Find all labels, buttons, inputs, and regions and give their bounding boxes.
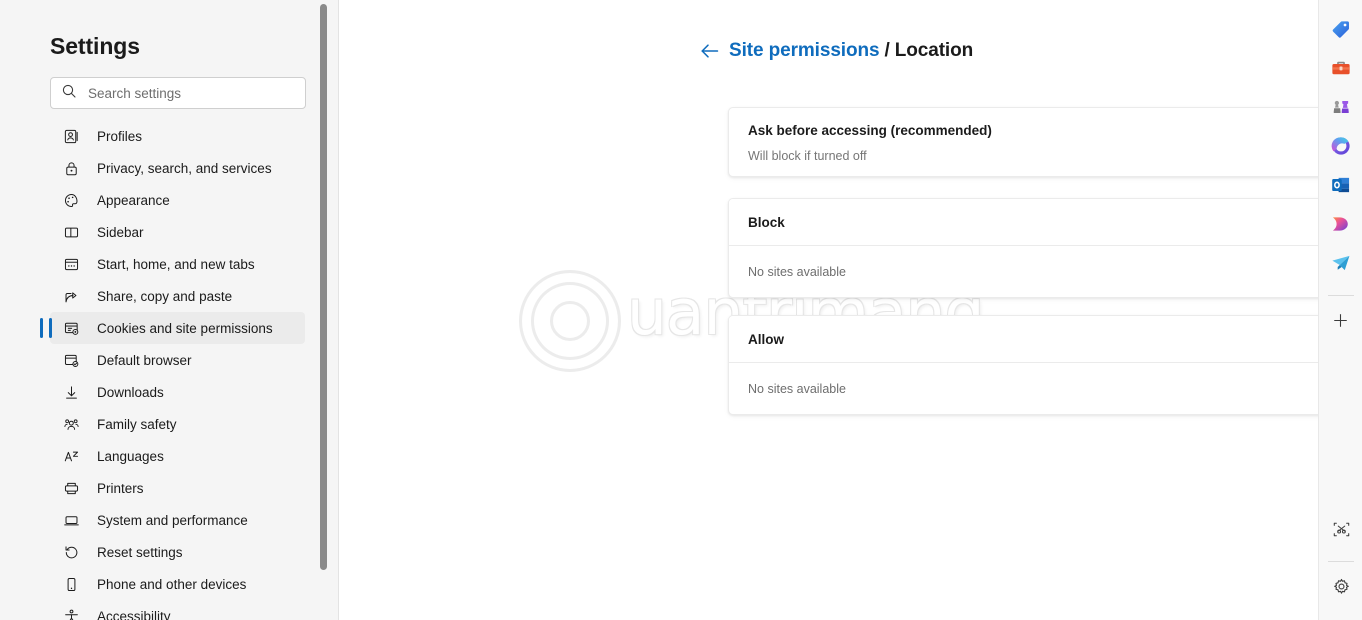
selection-indicator [40, 318, 43, 338]
add-tool-button[interactable] [1326, 305, 1356, 335]
sidebar-item-system-and-performance[interactable]: System and performance [50, 504, 305, 536]
sidebar-item-label: Profiles [97, 128, 143, 144]
web-capture-icon[interactable] [1326, 514, 1356, 544]
default-browser-check-icon [62, 351, 80, 369]
toolbox-icon[interactable] [1326, 53, 1356, 83]
phone-icon [62, 575, 80, 593]
chess-games-icon[interactable] [1326, 92, 1356, 122]
ask-before-accessing-subtext: Will block if turned off [748, 149, 867, 163]
search-input[interactable] [88, 85, 295, 101]
ask-before-accessing-label: Ask before accessing (recommended) [748, 123, 992, 138]
settings-gear-icon[interactable] [1326, 571, 1356, 601]
sidebar-item-label: Cookies and site permissions [97, 320, 273, 336]
download-arrow-icon [62, 383, 80, 401]
sidebar-item-label: Phone and other devices [97, 576, 247, 592]
rail-divider [1327, 295, 1354, 296]
drop-paper-plane-icon[interactable] [1326, 248, 1356, 278]
page-title: Settings [50, 33, 140, 59]
sidebar-item-label: Default browser [97, 352, 192, 368]
sidebar-item-label: Privacy, search, and services [97, 160, 272, 176]
sidebar-item-languages[interactable]: Languages [50, 440, 305, 472]
settings-page: Settings Profi [0, 0, 1362, 620]
ask-before-accessing-row: Ask before accessing (recommended) [729, 108, 1318, 142]
sidebar-scrollbar-thumb[interactable] [320, 4, 327, 570]
ask-before-accessing-card: Ask before accessing (recommended) Will … [728, 107, 1318, 177]
sidebar-item-downloads[interactable]: Downloads [50, 376, 305, 408]
sidebar-panel-icon [62, 223, 80, 241]
people-group-icon [62, 415, 80, 433]
window-dots-icon [62, 255, 80, 273]
sidebar-item-phone-and-other-devices[interactable]: Phone and other devices [50, 568, 305, 600]
rail-bottom-group [1319, 514, 1362, 610]
back-arrow-icon[interactable] [699, 40, 721, 62]
profile-card-icon [62, 127, 80, 145]
breadcrumb-current-location: Location [894, 40, 974, 61]
block-section-title: Block [748, 214, 785, 230]
outlook-icon[interactable] [1326, 170, 1356, 200]
allow-empty-text: No sites available [748, 382, 846, 396]
cookie-permissions-icon [62, 319, 80, 337]
breadcrumb-separator: / [884, 40, 890, 61]
allow-section-body: No sites available [729, 363, 1318, 414]
sidebar-item-label: Sidebar [97, 224, 144, 240]
sidebar-item-label: Start, home, and new tabs [97, 256, 255, 272]
microsoft-365-icon[interactable] [1326, 131, 1356, 161]
block-section-header: Block [729, 199, 1318, 246]
accessibility-person-icon [62, 607, 80, 620]
sidebar-item-label: Reset settings [97, 544, 183, 560]
sidebar-item-label: Share, copy and paste [97, 288, 233, 304]
allow-list-card: Allow No sites available [728, 315, 1318, 415]
sidebar-item-reset-settings[interactable]: Reset settings [50, 536, 305, 568]
sidebar-item-default-browser[interactable]: Default browser [50, 344, 305, 376]
settings-content: uantrimang Site permissions / Location A… [339, 0, 1318, 620]
rail-bottom-divider [1328, 561, 1354, 562]
sidebar-scrollbar[interactable] [317, 0, 331, 620]
search-settings-box[interactable] [50, 77, 306, 109]
sidebar-item-label: Printers [97, 480, 144, 496]
block-section-body: No sites available [729, 246, 1318, 297]
printer-icon [62, 479, 80, 497]
sidebar-item-label: Appearance [97, 192, 170, 208]
sidebar-item-profiles[interactable]: Profiles [50, 120, 305, 152]
sidebar-item-label: Downloads [97, 384, 164, 400]
sidebar-item-label: Family safety [97, 416, 177, 432]
settings-nav-list: Profiles Privacy, search, and services A… [0, 120, 325, 620]
laptop-icon [62, 511, 80, 529]
sidebar-item-label: System and performance [97, 512, 248, 528]
designer-icon[interactable] [1326, 209, 1356, 239]
allow-section-header: Allow [729, 316, 1318, 363]
breadcrumb: Site permissions / Location [699, 40, 973, 62]
block-empty-text: No sites available [748, 265, 846, 279]
watermark-logo-icon [519, 270, 621, 372]
breadcrumb-link-site-permissions[interactable]: Site permissions [729, 40, 880, 62]
sidebar-item-family-safety[interactable]: Family safety [50, 408, 305, 440]
sidebar-item-share-copy-paste[interactable]: Share, copy and paste [50, 280, 305, 312]
sidebar-item-start-home-new-tabs[interactable]: Start, home, and new tabs [50, 248, 305, 280]
block-list-card: Block No sites available [728, 198, 1318, 298]
sidebar-item-privacy-search-services[interactable]: Privacy, search, and services [50, 152, 305, 184]
palette-icon [62, 191, 80, 209]
allow-section-title: Allow [748, 331, 784, 347]
reset-arrow-icon [62, 543, 80, 561]
sidebar-item-appearance[interactable]: Appearance [50, 184, 305, 216]
settings-sidebar: Settings Profi [0, 0, 339, 620]
sidebar-item-printers[interactable]: Printers [50, 472, 305, 504]
sidebar-item-label: Accessibility [97, 608, 171, 620]
watermark-logo-inner [550, 301, 590, 341]
search-icon [61, 83, 88, 104]
sidebar-item-cookies-and-site-permissions[interactable]: Cookies and site permissions [40, 312, 305, 344]
tag-icon[interactable] [1326, 14, 1356, 44]
sidebar-item-label: Languages [97, 448, 164, 464]
edge-bar-rail [1318, 0, 1362, 620]
language-a-icon [62, 447, 80, 465]
share-icon [62, 287, 80, 305]
sidebar-item-accessibility[interactable]: Accessibility [50, 600, 305, 620]
sidebar-item-sidebar[interactable]: Sidebar [50, 216, 305, 248]
lock-icon [62, 159, 80, 177]
